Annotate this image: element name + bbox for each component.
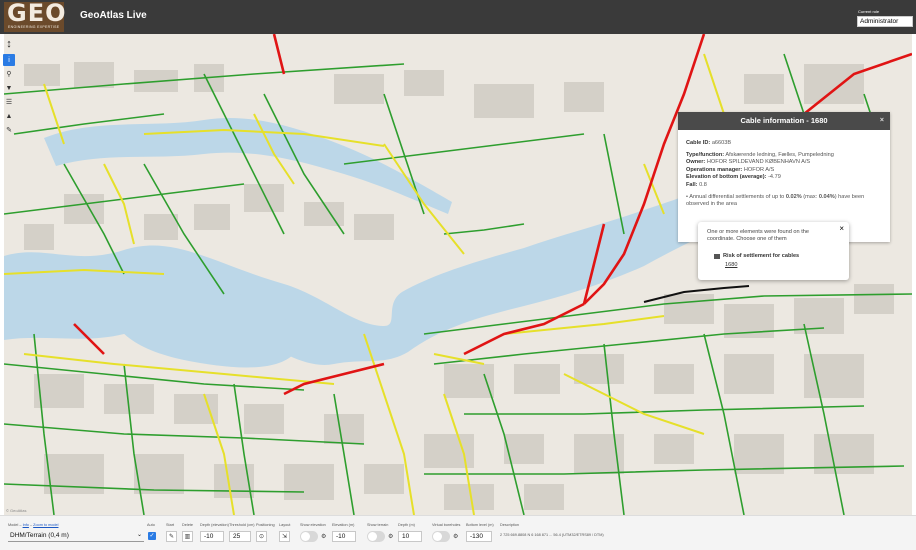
north-arrow-icon: ↕ (6, 38, 12, 50)
depth-elevation-input[interactable]: -10 (200, 531, 224, 542)
type-label: Type/function: (686, 151, 725, 158)
positioning-label: Positioning (256, 523, 275, 527)
chevron-down-icon: ⌄ (136, 532, 142, 538)
auto-label: Auto (147, 523, 155, 527)
ruler-icon[interactable]: ✎ (3, 124, 15, 136)
map-toolbar: ↕ i ⚲ ▼ ☰ ▲ ✎ (3, 36, 15, 138)
layout-label: Layout (279, 523, 291, 527)
fall-value: 0.8 (699, 181, 707, 188)
selection-popup: × One or more elements were found on the… (698, 222, 849, 280)
export-icon[interactable]: ⇲ (279, 531, 290, 542)
elevation-label: Elevation of bottom (average): (686, 174, 767, 181)
logo[interactable]: GEO ENGINEERING EXPERTISE (4, 0, 67, 32)
show-elevation-label: Show elevation (300, 523, 326, 527)
show-elevation-toggle[interactable] (300, 531, 318, 542)
model-value: DHM/Terrain (0,4 m) (10, 532, 69, 539)
top-header: GEO ENGINEERING EXPERTISE GeoAtlas Live … (0, 0, 916, 34)
fall-row: Fall: 0.8 (686, 182, 882, 190)
owner-value: HOFOR SPILDEVAND KØBENHAVN A/S (706, 159, 811, 166)
virtual-boreholes-toggle[interactable] (432, 531, 450, 542)
gear-icon[interactable]: ⚙ (453, 533, 458, 540)
delete-label: Delete (182, 523, 193, 527)
info-link[interactable]: Info (23, 523, 29, 527)
settlement-note: • Annual differential settlements of up … (686, 193, 865, 208)
bottom-level-input[interactable]: -130 (466, 531, 492, 542)
model-select[interactable]: DHM/Terrain (0,4 m) ⌄ (8, 531, 144, 542)
target-icon[interactable]: ⊙ (256, 531, 267, 542)
search-icon[interactable]: ⚲ (3, 68, 15, 80)
logo-subtitle: ENGINEERING EXPERTISE (8, 25, 60, 29)
layers-icon[interactable]: ☰ (3, 96, 15, 108)
role-label: Current role (858, 9, 880, 14)
logo-text: GEO (7, 0, 67, 27)
app-title: GeoAtlas Live (80, 10, 147, 21)
app-root: GEO ENGINEERING EXPERTISE GeoAtlas Live … (0, 0, 916, 550)
map-attribution: © GeoAtlas (6, 508, 27, 513)
ops-row: Operations manager: HOFOR A/S (686, 167, 882, 175)
location-icon[interactable]: ▲ (3, 110, 15, 122)
gear-icon[interactable]: ⚙ (388, 533, 393, 540)
description-label: Description (500, 523, 519, 527)
settle-mid: (max: (803, 193, 818, 200)
cable-id-label: Cable ID: (686, 140, 711, 146)
cable-id-value: a6603B (711, 140, 732, 146)
settle-pre: Annual differential settlements of up to (689, 193, 785, 200)
depth-m-label: Depth (m) (398, 523, 415, 527)
settle-value: 0.02% (785, 193, 802, 200)
filter-icon[interactable]: ▼ (3, 82, 15, 94)
trash-icon[interactable]: ▥ (182, 531, 193, 542)
gear-icon[interactable]: ⚙ (321, 533, 326, 540)
elevation-label: Elevation (m) (332, 523, 355, 527)
popup-layer: Risk of settlement for cables (714, 253, 799, 259)
depth-m-input[interactable]: 10 (398, 531, 422, 542)
settle-max: 0.04% (818, 193, 835, 200)
layer-icon (714, 253, 720, 259)
auto-checkbox[interactable]: ✓ (148, 532, 156, 540)
bottom-level-label: Bottom level (m) (466, 523, 494, 527)
cable-panel-title: Cable information - 1680 (740, 116, 828, 125)
virtual-boreholes-label: Virtual boreholes (432, 523, 461, 527)
pencil-icon[interactable]: ✎ (166, 531, 177, 542)
elevation-row: Elevation of bottom (average): -4.79 (686, 174, 882, 182)
elevation-input[interactable]: -10 (332, 531, 356, 542)
type-value: Afskærende ledning, Fælles, Pumpeledning (725, 151, 834, 158)
threshold-input[interactable]: 25 (229, 531, 251, 542)
show-terrain-label: Show terrain (367, 523, 389, 527)
popup-message: One or more elements were found on the c… (707, 229, 809, 243)
zoom-to-model-link[interactable]: Zoom to model (33, 523, 58, 527)
bottom-bar: Model – Info – Zoom to model DHM/Terrain… (0, 515, 916, 550)
depth-elevation-label: Depth (elevation) (200, 523, 229, 527)
show-terrain-toggle[interactable] (367, 531, 385, 542)
threshold-label: Threshold (cm) (229, 523, 255, 527)
cable-link[interactable]: 1680 (725, 262, 737, 268)
model-label-row: Model – Info – Zoom to model (8, 523, 59, 527)
model-label: Model (8, 523, 19, 527)
fall-label: Fall: (686, 181, 698, 188)
close-icon[interactable]: × (880, 112, 884, 130)
elevation-value: -4.79 (768, 174, 781, 181)
owner-row: Owner: HOFOR SPILDEVAND KØBENHAVN A/S (686, 159, 882, 167)
info-icon[interactable]: i (3, 54, 15, 66)
description-value: 2 725 669.8808 N 6 168 871 ... 56.4 (UTM… (500, 533, 604, 537)
harbour-water (4, 166, 764, 365)
ops-label: Operations manager: (686, 166, 743, 173)
cable-panel-body: Cable ID: a6603B Type/function: Afskæren… (678, 130, 890, 209)
cable-id-row: Cable ID: a6603B (686, 140, 882, 148)
start-label: Start (166, 523, 175, 527)
popup-layer-name: Risk of settlement for cables (723, 253, 800, 259)
cable-panel-header: Cable information - 1680 × (678, 112, 890, 130)
ops-value: HOFOR A/S (743, 166, 775, 173)
close-icon[interactable]: × (839, 224, 844, 233)
owner-label: Owner: (686, 159, 706, 166)
role-select[interactable]: Administrator (857, 16, 913, 27)
type-row: Type/function: Afskærende ledning, Fælle… (686, 152, 882, 160)
